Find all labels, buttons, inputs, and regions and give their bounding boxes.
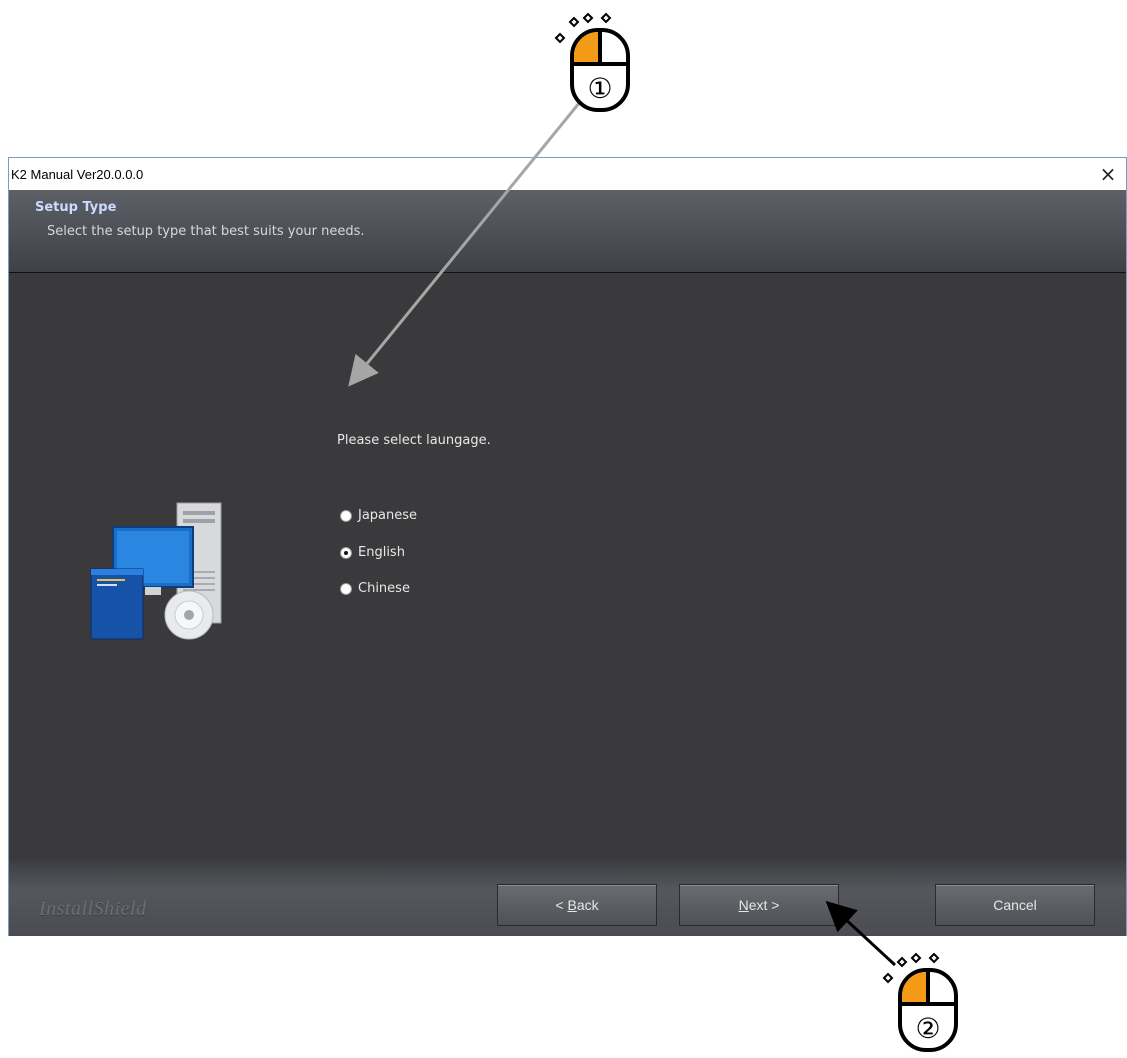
arrow-step1 [348,101,582,387]
step1-label: ① [587,72,612,105]
mouse-click-icon-step2: ② [882,952,958,1052]
step2-label: ② [915,1012,940,1045]
mouse-click-icon-step1: ① [554,12,630,112]
annotation-arrows [348,101,897,967]
